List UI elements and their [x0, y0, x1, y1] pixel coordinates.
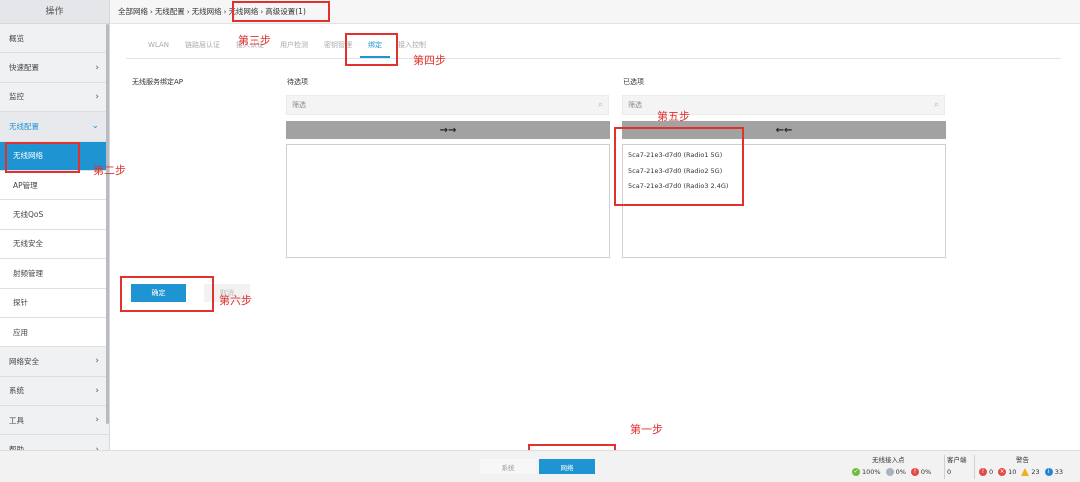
ap-stats-title: 无线接入点: [872, 456, 905, 464]
tab-user-detection[interactable]: 用户检测: [272, 36, 316, 58]
breadcrumb-separator-icon: ›: [186, 7, 190, 16]
alarm-stats-row: ! 0 × 10 23 i 33: [979, 468, 1063, 476]
alarm-critical-value: 0: [989, 468, 994, 476]
breadcrumb-separator-icon: ›: [223, 7, 227, 16]
network-tab-button[interactable]: 网络: [539, 459, 595, 474]
critical-alarm-icon: !: [979, 468, 987, 476]
sidebar-item-label: 无线配置: [9, 121, 39, 131]
ap-offline-value: 0%: [895, 468, 906, 476]
client-count: 0: [947, 468, 952, 476]
available-filter-input[interactable]: 筛选 ⌕: [286, 95, 609, 115]
sidebar-subitem-probe[interactable]: 探针: [0, 288, 109, 318]
info-icon: i: [1044, 468, 1053, 476]
check-icon: ✓: [852, 468, 860, 476]
sidebar-subitem-radio-management[interactable]: 射频管理: [0, 259, 109, 289]
chevron-right-icon: ›: [95, 356, 99, 367]
ap-fault-value: 0%: [920, 468, 932, 476]
sidebar-item-help[interactable]: 帮助 ›: [0, 435, 109, 450]
alarm-info-value: 33: [1054, 468, 1063, 476]
annotation-step3: 第三步: [238, 34, 271, 47]
sidebar-item-overview[interactable]: 概览: [0, 24, 109, 54]
sidebar-item-label: 网络安全: [9, 356, 39, 366]
bind-ap-label: 无线服务绑定AP: [132, 78, 184, 86]
sidebar-scrollbar[interactable]: [106, 24, 109, 424]
system-tab-button[interactable]: 系统: [480, 459, 536, 474]
chevron-down-icon: ⌄: [91, 121, 99, 132]
alarm-stats-title: 警告: [1016, 456, 1029, 464]
warning-icon: [1021, 468, 1030, 476]
sidebar-item-label: 概览: [9, 33, 24, 43]
chevron-right-icon: ›: [95, 62, 99, 73]
breadcrumb-item[interactable]: 无线网络: [192, 6, 222, 17]
sidebar-item-quick-config[interactable]: 快速配置 ›: [0, 53, 109, 83]
sidebar-header: 操作: [0, 0, 109, 24]
chevron-right-icon: ›: [95, 91, 99, 102]
filter-placeholder: 筛选: [292, 101, 306, 109]
sidebar-item-system[interactable]: 系统 ›: [0, 377, 109, 407]
sidebar-item-label: 监控: [9, 92, 24, 102]
move-right-button[interactable]: →→: [286, 121, 610, 139]
sidebar-item-wireless-config[interactable]: 无线配置 ⌄: [0, 112, 109, 142]
client-stats-title: 客户端: [947, 456, 967, 464]
alert-icon: !: [910, 468, 919, 476]
sidebar-item-tools[interactable]: 工具 ›: [0, 406, 109, 436]
tabs-divider: [126, 58, 1061, 59]
tab-wlan[interactable]: WLAN: [140, 36, 177, 58]
sidebar-subitem-application[interactable]: 应用: [0, 317, 109, 348]
tab-link-auth[interactable]: 链路层认证: [177, 36, 228, 58]
available-listbox[interactable]: [286, 144, 610, 258]
annotation-step5: 第五步: [657, 110, 690, 123]
divider: [974, 455, 975, 479]
annotation-step1: 第一步: [630, 423, 663, 436]
selected-title: 已选项: [623, 78, 644, 86]
annotation-box-step5: [614, 127, 744, 206]
alarm-major-value: 10: [1008, 468, 1017, 476]
breadcrumb-item[interactable]: 全部网络: [118, 6, 148, 17]
annotation-box-step3: [232, 1, 330, 22]
filter-placeholder: 筛选: [628, 101, 642, 109]
sidebar-item-label: 系统: [9, 386, 24, 396]
sidebar-subitem-wireless-qos[interactable]: 无线QoS: [0, 200, 109, 230]
sidebar-item-label: 快速配置: [9, 63, 39, 73]
annotation-box-step2: [5, 142, 80, 173]
sidebar-subitem-wireless-security[interactable]: 无线安全: [0, 229, 109, 260]
chevron-right-icon: ›: [95, 415, 99, 426]
breadcrumb-item[interactable]: 无线配置: [155, 6, 185, 17]
search-icon: ⌕: [933, 100, 939, 110]
search-icon: ⌕: [597, 100, 603, 110]
sidebar-item-label: 工具: [9, 415, 24, 425]
annotation-step6: 第六步: [219, 294, 252, 307]
annotation-step4: 第四步: [413, 54, 446, 67]
annotation-box-step4: [345, 33, 398, 66]
offline-icon: [885, 468, 894, 476]
ap-online-value: 100%: [862, 468, 881, 476]
divider: [944, 455, 945, 479]
sidebar-item-monitor[interactable]: 监控 ›: [0, 83, 109, 113]
ap-stats-row: ✓ 100% 0% ! 0%: [852, 468, 931, 476]
annotation-box-step6: [120, 276, 214, 312]
major-alarm-icon: ×: [998, 468, 1007, 476]
available-title: 待选项: [287, 78, 308, 86]
alarm-minor-value: 23: [1031, 468, 1040, 476]
sidebar-item-network-security[interactable]: 网络安全 ›: [0, 347, 109, 377]
chevron-right-icon: ›: [95, 385, 99, 396]
sidebar-nav: 操作 概览 快速配置 › 监控 › 无线配置 ⌄ 无线网络 AP管理 无线QoS…: [0, 0, 110, 450]
annotation-step2: 第二步: [93, 164, 126, 177]
breadcrumb-separator-icon: ›: [150, 7, 153, 16]
